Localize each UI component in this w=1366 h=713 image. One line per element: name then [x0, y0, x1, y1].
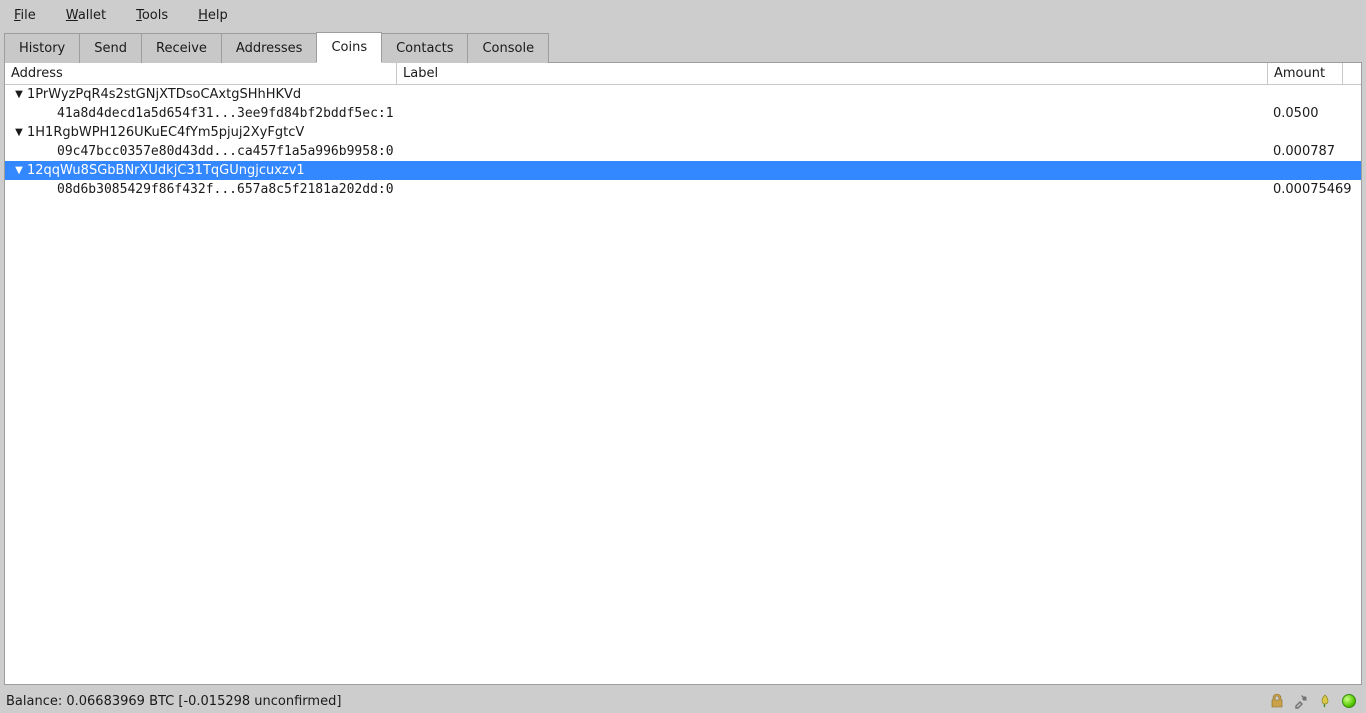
tab-bar: History Send Receive Addresses Coins Con…	[0, 31, 1366, 62]
preferences-icon[interactable]	[1292, 692, 1310, 710]
address-text: 1PrWyzPqR4s2stGNjXTDsoCAxtgSHhHKVd	[27, 87, 407, 102]
expand-toggle-icon[interactable]: ▼	[13, 165, 25, 176]
expand-toggle-icon[interactable]: ▼	[13, 89, 25, 100]
column-address[interactable]: Address	[5, 63, 397, 84]
lock-icon[interactable]	[1268, 692, 1286, 710]
table-header: Address Label Amount	[5, 63, 1361, 85]
tab-receive[interactable]: Receive	[141, 33, 222, 63]
tab-contacts[interactable]: Contacts	[381, 33, 468, 63]
tab-history[interactable]: History	[4, 33, 80, 63]
address-row[interactable]: ▼1PrWyzPqR4s2stGNjXTDsoCAxtgSHhHKVd	[5, 85, 1361, 104]
address-text: 1H1RgbWPH126UKuEC4fYm5pjuj2XyFgtcV	[27, 125, 407, 140]
column-amount[interactable]: Amount	[1268, 63, 1343, 84]
amount-text: 0.000787	[1269, 144, 1361, 159]
tab-console[interactable]: Console	[467, 33, 549, 63]
utxo-row[interactable]: 41a8d4decd1a5d654f31...3ee9fd84bf2bddf5e…	[5, 104, 1361, 123]
address-text: 12qqWu8SGbBNrXUdkjC31TqGUngjcuxzv1	[27, 163, 407, 178]
menu-wallet[interactable]: Wallet	[60, 4, 112, 27]
menu-tools[interactable]: Tools	[130, 4, 174, 27]
column-label[interactable]: Label	[397, 63, 1268, 84]
coins-table: Address Label Amount ▼1PrWyzPqR4s2stGNjX…	[4, 62, 1362, 685]
seed-icon[interactable]	[1316, 692, 1334, 710]
amount-text: 0.0500	[1269, 106, 1361, 121]
tab-addresses[interactable]: Addresses	[221, 33, 318, 63]
status-bar: Balance: 0.06683969 BTC [-0.015298 uncon…	[0, 689, 1366, 713]
amount-text: 0.00075469	[1269, 182, 1361, 197]
menubar: File Wallet Tools Help	[0, 0, 1366, 31]
expand-toggle-icon[interactable]: ▼	[13, 127, 25, 138]
network-status-icon[interactable]	[1340, 692, 1358, 710]
tab-send[interactable]: Send	[79, 33, 142, 63]
column-spacer	[1343, 71, 1361, 77]
menu-file[interactable]: File	[8, 4, 42, 27]
utxo-row[interactable]: 09c47bcc0357e80d43dd...ca457f1a5a996b995…	[5, 142, 1361, 161]
txid-text: 41a8d4decd1a5d654f31...3ee9fd84bf2bddf5e…	[27, 106, 407, 121]
utxo-row[interactable]: 08d6b3085429f86f432f...657a8c5f2181a202d…	[5, 180, 1361, 199]
txid-text: 08d6b3085429f86f432f...657a8c5f2181a202d…	[27, 182, 407, 197]
address-row[interactable]: ▼12qqWu8SGbBNrXUdkjC31TqGUngjcuxzv1	[5, 161, 1361, 180]
menu-help[interactable]: Help	[192, 4, 234, 27]
balance-text: Balance: 0.06683969 BTC [-0.015298 uncon…	[4, 694, 1268, 709]
address-row[interactable]: ▼1H1RgbWPH126UKuEC4fYm5pjuj2XyFgtcV	[5, 123, 1361, 142]
table-body: ▼1PrWyzPqR4s2stGNjXTDsoCAxtgSHhHKVd41a8d…	[5, 85, 1361, 684]
txid-text: 09c47bcc0357e80d43dd...ca457f1a5a996b995…	[27, 144, 407, 159]
tab-coins[interactable]: Coins	[316, 32, 382, 63]
